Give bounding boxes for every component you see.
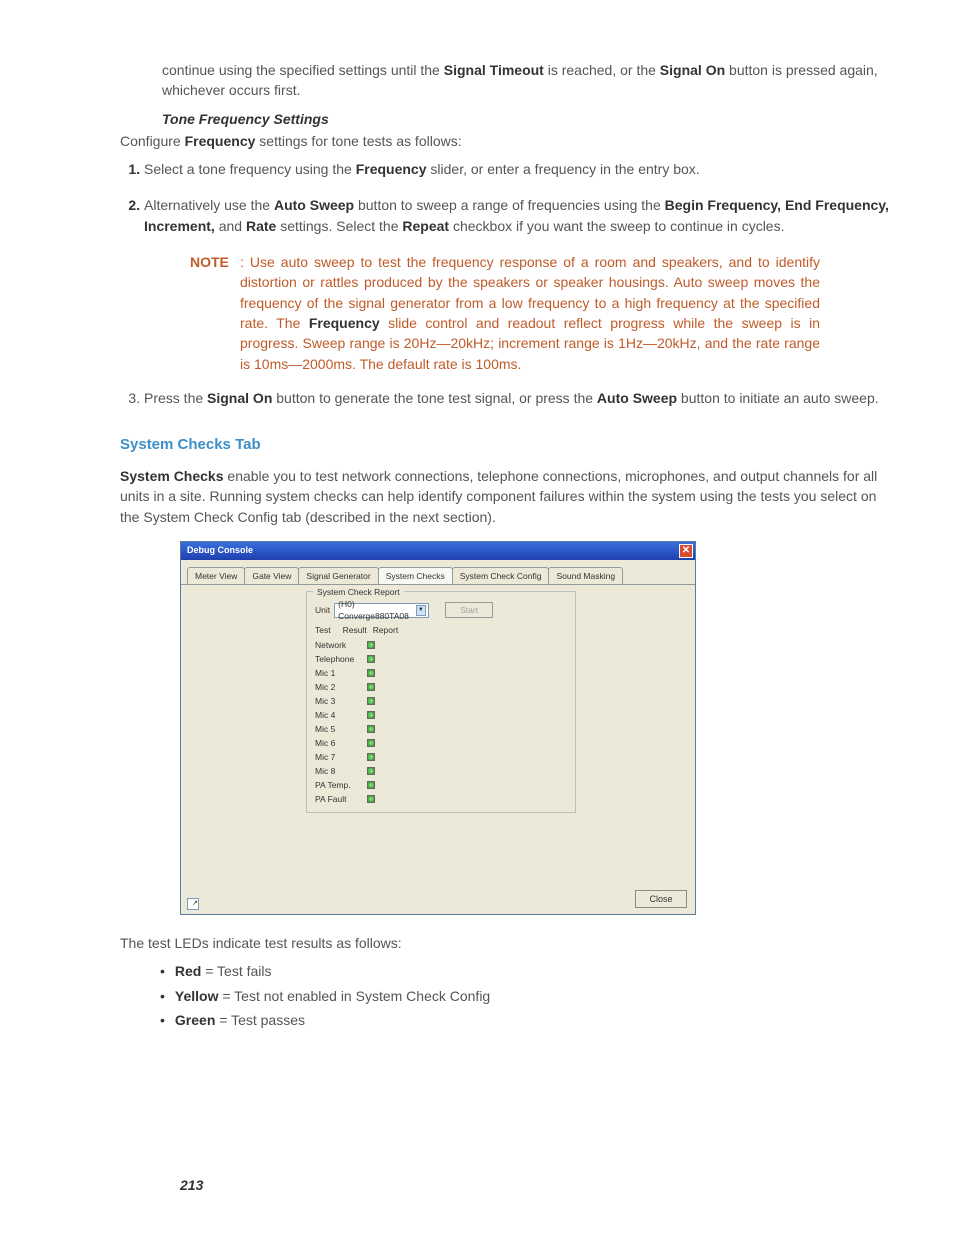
table-row: Mic 1 <box>315 666 375 680</box>
corner-widget[interactable]: ↗ <box>187 898 199 910</box>
unit-select-value: (H0) Converge880TA08 <box>338 598 415 623</box>
close-icon[interactable]: ✕ <box>679 544 693 558</box>
continuation-paragraph: continue using the specified settings un… <box>162 60 894 101</box>
led-icon <box>367 781 375 789</box>
test-name: Mic 1 <box>315 667 357 679</box>
tab-gate-view[interactable]: Gate View <box>244 567 299 584</box>
leds-intro: The test LEDs indicate test results as f… <box>120 933 894 953</box>
tab-sound-masking[interactable]: Sound Masking <box>548 567 623 584</box>
col-result: Result <box>343 624 367 636</box>
led-icon <box>367 795 375 803</box>
test-name: PA Fault <box>315 793 357 805</box>
tab-system-checks[interactable]: System Checks <box>378 567 453 584</box>
table-row: PA Temp. <box>315 778 375 792</box>
system-checks-heading: System Checks Tab <box>120 434 894 456</box>
table-row: Network <box>315 638 375 652</box>
test-name: Mic 4 <box>315 709 357 721</box>
step-3: Press the Signal On button to generate t… <box>144 388 894 408</box>
close-button[interactable]: Close <box>635 890 687 908</box>
test-name: Mic 5 <box>315 723 357 735</box>
led-icon <box>367 641 375 649</box>
led-yellow: Yellow = Test not enabled in System Chec… <box>160 986 894 1006</box>
fieldset-legend: System Check Report <box>313 586 404 598</box>
test-name: Mic 2 <box>315 681 357 693</box>
unit-label: Unit <box>315 604 330 616</box>
led-icon <box>367 711 375 719</box>
debug-console-title: Debug Console <box>187 544 253 557</box>
col-report: Report <box>373 624 399 636</box>
led-icon <box>367 753 375 761</box>
table-row: Mic 5 <box>315 722 375 736</box>
system-check-report-fieldset: System Check Report Unit (H0) Converge88… <box>306 591 576 813</box>
debug-console-tabs: Meter ViewGate ViewSignal GeneratorSyste… <box>181 560 695 584</box>
led-icon <box>367 669 375 677</box>
led-green: Green = Test passes <box>160 1010 894 1030</box>
steps-list: Select a tone frequency using the Freque… <box>120 159 894 236</box>
table-row: Mic 6 <box>315 736 375 750</box>
configure-paragraph: Configure Frequency settings for tone te… <box>120 131 894 151</box>
table-row: Mic 2 <box>315 680 375 694</box>
table-row: Mic 8 <box>315 764 375 778</box>
led-icon <box>367 767 375 775</box>
led-icon <box>367 683 375 691</box>
table-row: Mic 3 <box>315 694 375 708</box>
debug-console-titlebar[interactable]: Debug Console ✕ <box>181 542 695 560</box>
note-block: NOTE: Use auto sweep to test the frequen… <box>190 252 830 374</box>
test-name: Mic 6 <box>315 737 357 749</box>
tab-signal-generator[interactable]: Signal Generator <box>298 567 378 584</box>
tone-frequency-heading: Tone Frequency Settings <box>162 109 894 129</box>
test-name: Telephone <box>315 653 357 665</box>
debug-console-window: Debug Console ✕ Meter ViewGate ViewSigna… <box>180 541 696 915</box>
steps-list-cont: Press the Signal On button to generate t… <box>120 388 894 408</box>
unit-select[interactable]: (H0) Converge880TA08 ▼ <box>334 603 429 618</box>
table-row: Mic 7 <box>315 750 375 764</box>
step-1: Select a tone frequency using the Freque… <box>144 159 894 179</box>
page-number: 213 <box>180 1175 203 1195</box>
system-checks-paragraph: System Checks enable you to test network… <box>120 466 894 527</box>
led-red: Red = Test fails <box>160 961 894 981</box>
led-icon <box>367 655 375 663</box>
table-row: Mic 4 <box>315 708 375 722</box>
chevron-down-icon: ▼ <box>416 605 427 616</box>
leds-list: Red = Test fails Yellow = Test not enabl… <box>160 961 894 1030</box>
test-list: Network Telephone Mic 1 Mic 2 Mic 3 Mic 4 Mic … <box>315 638 375 806</box>
led-icon <box>367 697 375 705</box>
test-name: Network <box>315 639 357 651</box>
col-test: Test <box>315 624 331 636</box>
table-row: Telephone <box>315 652 375 666</box>
led-icon <box>367 725 375 733</box>
tab-meter-view[interactable]: Meter View <box>187 567 245 584</box>
debug-console-body: System Check Report Unit (H0) Converge88… <box>181 584 695 914</box>
tab-system-check-config[interactable]: System Check Config <box>452 567 550 584</box>
test-name: Mic 3 <box>315 695 357 707</box>
test-name: PA Temp. <box>315 779 357 791</box>
table-row: PA Fault <box>315 792 375 806</box>
step-2: Alternatively use the Auto Sweep button … <box>144 195 894 236</box>
test-name: Mic 7 <box>315 751 357 763</box>
start-button[interactable]: Start <box>445 602 493 618</box>
led-icon <box>367 739 375 747</box>
test-name: Mic 8 <box>315 765 357 777</box>
